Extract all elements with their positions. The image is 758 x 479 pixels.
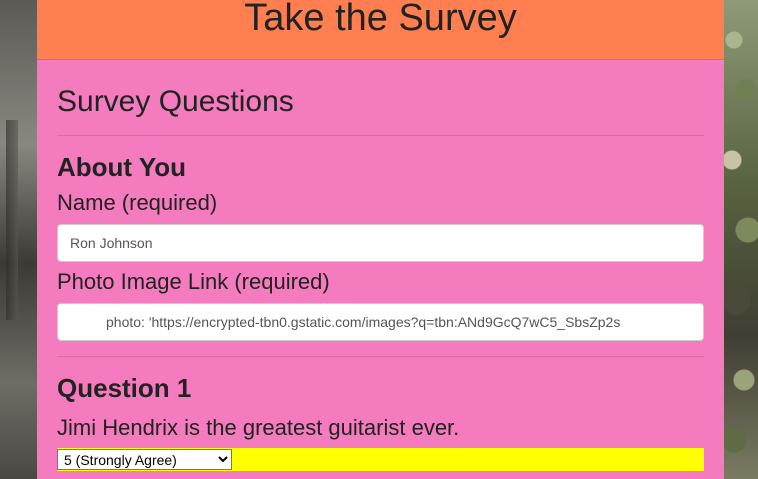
name-input[interactable] xyxy=(57,224,704,262)
page-header: Take the Survey xyxy=(37,0,724,60)
name-label: Name (required) xyxy=(57,190,218,215)
about-you-heading: About You xyxy=(57,152,187,182)
divider xyxy=(57,135,704,136)
survey-form: Survey Questions About You Name (require… xyxy=(37,85,724,471)
question-1-text: Jimi Hendrix is the greatest guitarist e… xyxy=(57,415,460,440)
question-1-answer-row: 5 (Strongly Agree) xyxy=(57,448,704,471)
background-photo-right xyxy=(724,0,758,479)
background-photo-left xyxy=(0,0,37,479)
divider xyxy=(57,356,704,357)
section-title: Survey Questions xyxy=(57,85,294,118)
question-1-heading: Question 1 xyxy=(57,373,192,403)
photo-link-label: Photo Image Link (required) xyxy=(57,269,330,294)
survey-container: Take the Survey Survey Questions About Y… xyxy=(37,0,724,479)
page-title: Take the Survey xyxy=(244,0,517,39)
photo-link-input[interactable] xyxy=(57,303,704,341)
question-1-select[interactable]: 5 (Strongly Agree) xyxy=(57,449,232,470)
